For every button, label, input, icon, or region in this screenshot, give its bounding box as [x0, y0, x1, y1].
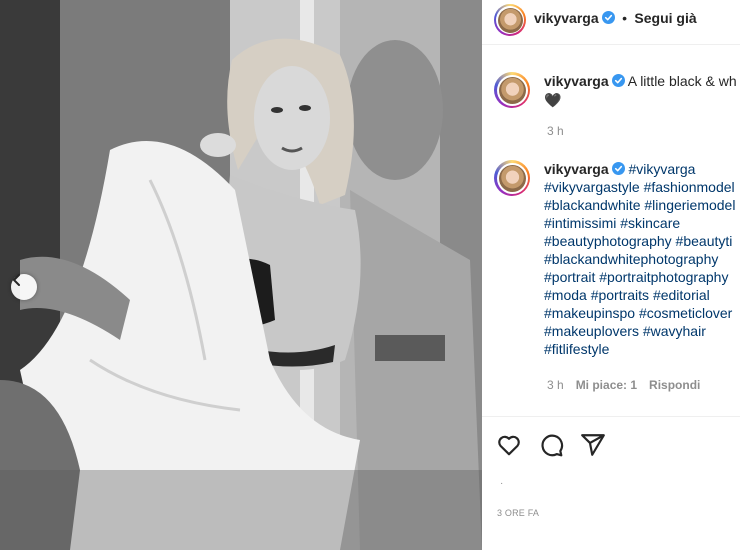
- caption-avatar[interactable]: [494, 72, 530, 108]
- header-username[interactable]: vikyvarga: [534, 10, 599, 26]
- post-timestamp: 3 ORE FA: [497, 508, 540, 518]
- post-photo[interactable]: [0, 0, 482, 550]
- comment-time[interactable]: 3 h: [547, 378, 564, 392]
- verified-badge-icon: [601, 11, 615, 24]
- likes-count: ·: [500, 478, 504, 489]
- caption-time[interactable]: 3 h: [547, 124, 564, 138]
- caption-text: A little black & wh: [627, 73, 737, 89]
- caption-username[interactable]: vikyvarga: [544, 73, 609, 89]
- post-header: vikyvarga • Segui già: [494, 0, 697, 38]
- comment-button[interactable]: [538, 432, 564, 458]
- post-actions: [496, 432, 606, 458]
- verified-badge-icon: [611, 74, 625, 87]
- caption-meta: 3 h: [547, 124, 564, 138]
- heart-icon: [498, 435, 520, 456]
- comment-bubble-icon: [541, 434, 564, 457]
- post-sidebar: vikyvarga • Segui già vikyvarga A little…: [482, 0, 740, 550]
- hashtag-line[interactable]: #beautyphotography #beautyti: [544, 233, 732, 249]
- hashtag-line[interactable]: #vikyvargastyle #fashionmodel: [544, 179, 735, 195]
- hashtag-line[interactable]: #blackandwhite #lingeriemodel: [544, 197, 735, 213]
- verified-badge-icon: [611, 162, 625, 175]
- hashtag-line[interactable]: #moda #portraits #editorial: [544, 287, 710, 303]
- caption: vikyvarga A little black & wh 🖤: [494, 72, 740, 109]
- share-button[interactable]: [580, 432, 606, 458]
- hashtag-line[interactable]: #makeupinspo #cosmeticlover: [544, 305, 732, 321]
- comment-meta: 3 h Mi piace: 1 Rispondi: [547, 378, 700, 392]
- hashtag-line[interactable]: #vikyvarga: [629, 161, 696, 177]
- hashtag-line[interactable]: #portrait #portraitphotography: [544, 269, 728, 285]
- author-avatar[interactable]: [494, 4, 526, 36]
- send-icon: [581, 434, 605, 456]
- comment-username[interactable]: vikyvarga: [544, 161, 609, 177]
- hashtag-line[interactable]: #intimissimi #skincare: [544, 215, 680, 231]
- chevron-left-icon: [13, 274, 20, 286]
- photo-illustration: [0, 0, 482, 550]
- comment-avatar[interactable]: [494, 160, 530, 196]
- comment: vikyvarga #vikyvarga #vikyvargastyle #fa…: [494, 160, 740, 358]
- caption-emoji: 🖤: [544, 92, 562, 108]
- reply-button[interactable]: Rispondi: [649, 378, 700, 392]
- header-divider: [482, 44, 740, 45]
- actions-divider: [482, 416, 740, 417]
- previous-image-button[interactable]: [11, 274, 37, 300]
- header-separator: •: [622, 10, 627, 26]
- hashtag-line[interactable]: #blackandwhitephotography: [544, 251, 718, 267]
- follow-status-button[interactable]: Segui già: [634, 10, 696, 26]
- comment-likes[interactable]: Mi piace: 1: [576, 378, 637, 392]
- like-button[interactable]: [496, 432, 522, 458]
- hashtag-line[interactable]: #fitlifestyle: [544, 341, 609, 357]
- hashtag-line[interactable]: #makeuplovers #wavyhair: [544, 323, 706, 339]
